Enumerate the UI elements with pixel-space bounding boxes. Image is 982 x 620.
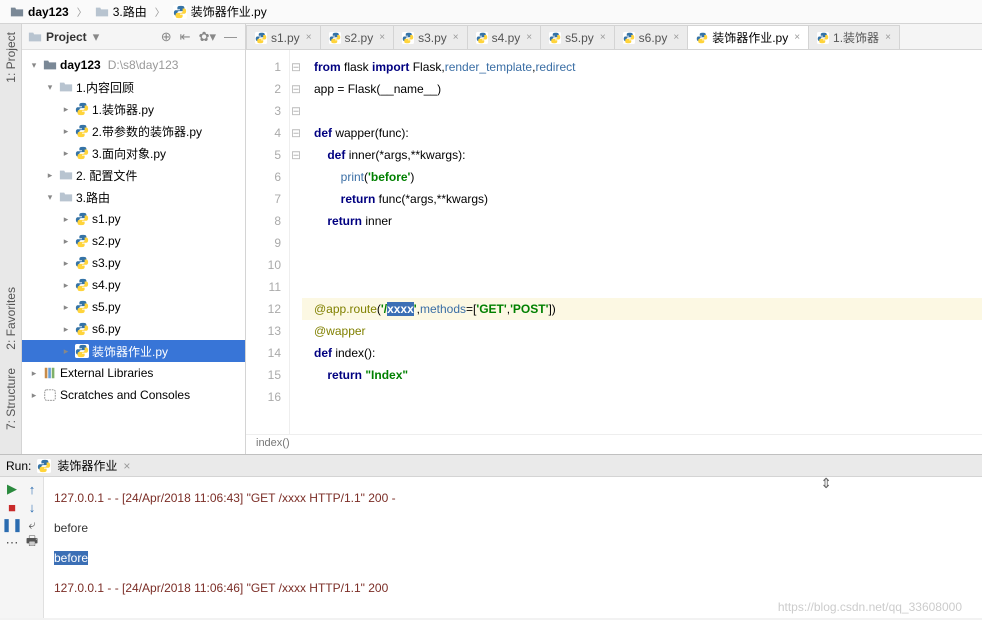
gear-icon[interactable]: ✿▾: [197, 29, 218, 45]
editor-tab[interactable]: 装饰器作业.py×: [687, 25, 809, 49]
editor-tab[interactable]: 1.装饰器×: [808, 25, 900, 49]
editor-tab[interactable]: s3.py×: [393, 25, 468, 49]
resize-cursor-icon: ⇕: [820, 475, 832, 492]
run-label: Run:: [6, 459, 31, 473]
rail-favorites[interactable]: 2: Favorites: [4, 287, 18, 350]
tree-item[interactable]: ▸s3.py: [22, 252, 245, 274]
python-icon: [37, 459, 51, 473]
close-icon[interactable]: ×: [673, 32, 679, 43]
tree-item[interactable]: ▸2. 配置文件: [22, 164, 245, 186]
close-icon[interactable]: ×: [123, 459, 130, 473]
rerun-icon[interactable]: ▶: [4, 481, 20, 497]
sidebar-header: Project ▾ ⊕ ⇤ ✿▾ —: [22, 24, 245, 50]
chevron-icon: 〉: [77, 4, 87, 19]
run-header: Run: 装饰器作业 ×: [0, 455, 982, 477]
close-icon[interactable]: ×: [794, 32, 800, 43]
code-text[interactable]: from flask import Flask,render_template,…: [302, 50, 982, 434]
pause-icon[interactable]: ❚❚: [4, 517, 20, 533]
tree-item[interactable]: ▸装饰器作业.py: [22, 340, 245, 362]
editor-tab[interactable]: s5.py×: [540, 25, 615, 49]
code-breadcrumb[interactable]: index(): [246, 434, 982, 454]
tree-item[interactable]: ▸1.装饰器.py: [22, 98, 245, 120]
run-tab-label[interactable]: 装饰器作业: [57, 457, 117, 474]
editor-tab[interactable]: s4.py×: [467, 25, 542, 49]
tree-item[interactable]: ▾1.内容回顾: [22, 76, 245, 98]
close-icon[interactable]: ×: [453, 32, 459, 43]
crumb-2[interactable]: 装饰器作业.py: [169, 3, 271, 20]
code-editor[interactable]: 12345678910111213141516 ⊟ ⊟⊟ ⊟ ⊟ from fl…: [246, 50, 982, 434]
editor-tab[interactable]: s6.py×: [614, 25, 689, 49]
sidebar-title: Project: [46, 30, 87, 44]
stop-icon[interactable]: ■: [4, 499, 20, 515]
tree-item[interactable]: ▾3.路由: [22, 186, 245, 208]
more-icon[interactable]: ⋯: [4, 535, 20, 551]
tree-item[interactable]: ▸External Libraries: [22, 362, 245, 384]
line-gutter: 12345678910111213141516: [246, 50, 290, 434]
tree-item[interactable]: ▸s1.py: [22, 208, 245, 230]
breadcrumb: day123 〉 3.路由 〉 装饰器作业.py: [0, 0, 982, 24]
chevron-icon: 〉: [155, 4, 165, 19]
tree-item[interactable]: ▸s6.py: [22, 318, 245, 340]
tree-item[interactable]: ▸s4.py: [22, 274, 245, 296]
tree-item[interactable]: ▸Scratches and Consoles: [22, 384, 245, 406]
editor-pane: s1.py×s2.py×s3.py×s4.py×s5.py×s6.py×装饰器作…: [246, 24, 982, 454]
fold-column[interactable]: ⊟ ⊟⊟ ⊟ ⊟: [290, 50, 302, 434]
left-tool-rail: 1: Project 2: Favorites 7: Structure: [0, 24, 22, 454]
python-icon: [173, 5, 187, 19]
tree-root[interactable]: ▾day123D:\s8\day123: [22, 54, 245, 76]
tree-item[interactable]: ▸2.带参数的装饰器.py: [22, 120, 245, 142]
editor-tab[interactable]: s1.py×: [246, 25, 321, 49]
project-sidebar: Project ▾ ⊕ ⇤ ✿▾ — ▾day123D:\s8\day123▾1…: [22, 24, 246, 454]
up-icon[interactable]: ↑: [24, 481, 40, 497]
close-icon[interactable]: ×: [885, 32, 891, 43]
print-icon[interactable]: 🖶: [24, 535, 40, 551]
crumb-0[interactable]: day123: [6, 5, 73, 19]
rail-structure[interactable]: 7: Structure: [4, 368, 18, 430]
target-icon[interactable]: ⊕: [159, 29, 174, 45]
run-toolbar: ▶↑ ■↓ ❚❚⤶ ⋯🖶: [0, 477, 44, 618]
run-panel: Run: 装饰器作业 × ▶↑ ■↓ ❚❚⤶ ⋯🖶 127.0.0.1 - - …: [0, 454, 982, 618]
project-icon: [28, 30, 42, 44]
editor-tab[interactable]: s2.py×: [320, 25, 395, 49]
dropdown-icon[interactable]: ▾: [91, 29, 102, 45]
folder-icon: [10, 5, 24, 19]
hide-icon[interactable]: —: [222, 29, 239, 44]
close-icon[interactable]: ×: [379, 32, 385, 43]
tree-item[interactable]: ▸s2.py: [22, 230, 245, 252]
watermark: https://blog.csdn.net/qq_33608000: [778, 600, 962, 614]
editor-tabs: s1.py×s2.py×s3.py×s4.py×s5.py×s6.py×装饰器作…: [246, 24, 982, 50]
down-icon[interactable]: ↓: [24, 499, 40, 515]
close-icon[interactable]: ×: [600, 32, 606, 43]
tree-item[interactable]: ▸3.面向对象.py: [22, 142, 245, 164]
collapse-icon[interactable]: ⇤: [178, 29, 193, 45]
close-icon[interactable]: ×: [526, 32, 532, 43]
tree-item[interactable]: ▸s5.py: [22, 296, 245, 318]
project-tree[interactable]: ▾day123D:\s8\day123▾1.内容回顾▸1.装饰器.py▸2.带参…: [22, 50, 245, 454]
crumb-1[interactable]: 3.路由: [91, 3, 151, 20]
wrap-icon[interactable]: ⤶: [24, 517, 40, 533]
console-output[interactable]: 127.0.0.1 - - [24/Apr/2018 11:06:43] "GE…: [44, 477, 982, 618]
folder-icon: [95, 5, 109, 19]
close-icon[interactable]: ×: [306, 32, 312, 43]
rail-project[interactable]: 1: Project: [4, 32, 18, 83]
